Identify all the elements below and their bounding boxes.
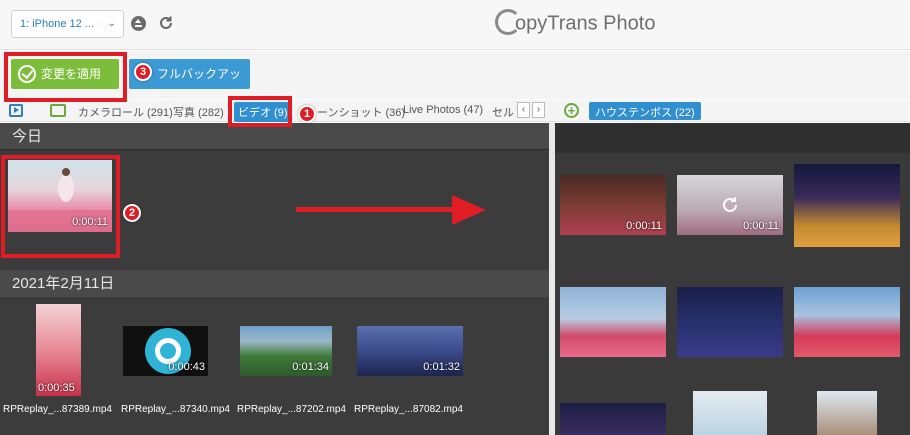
date-header-feb-11: 2021年2月11日 [0,270,549,297]
date-header-feb-11-label: 2021年2月11日 [12,275,115,292]
video-duration: 0:00:11 [626,220,662,232]
annotation-badge-2: 2 [123,204,141,222]
eject-icon[interactable] [131,16,146,31]
album-tab-huis-ten-bosch[interactable]: ハウステンボス (22) [589,102,701,120]
logo-c-icon [495,9,521,35]
album-photo-thumbnail[interactable] [817,391,877,435]
album-video-thumbnail[interactable]: 0:00:11 [560,175,666,235]
album-video-thumbnail[interactable]: 0:00:11 [677,175,783,235]
annotation-badge-1: 1 [298,105,316,123]
camera-roll-icon [50,104,66,117]
album-photo-thumbnail[interactable] [693,391,767,435]
app-logo: opyTrans Photo [495,9,656,41]
tab-scroll-left-button[interactable]: ‹ [517,102,530,118]
video-filename: RPReplay_...87202.mp4 [237,404,346,415]
video-filename: RPReplay_...87389.mp4 [3,404,112,415]
tab-live-photos[interactable]: Live Photos (47) [403,104,483,116]
date-header-today: 今日 [0,123,549,150]
video-thumbnail[interactable]: 0:00:35 [36,304,81,396]
annotation-box-apply [4,52,127,102]
chevron-down-icon: ⌄ [107,18,116,29]
tab-camera-roll[interactable]: カメラロール (291) [78,104,173,120]
divider [0,149,549,150]
album-pane: 0:00:11 0:00:11 [555,123,910,435]
logo-text: opyTrans Photo [515,12,656,35]
video-duration: 0:00:43 [168,361,205,373]
tab-screenshots[interactable]: ーンショット (36) [317,104,405,120]
video-duration: 0:01:32 [423,361,460,373]
tab-photos[interactable]: 写真 (282) [173,104,224,120]
device-label: 1: iPhone 12 ... [20,18,94,30]
album-photo-thumbnail[interactable] [677,287,783,357]
video-duration: 0:00:35 [38,382,75,394]
album-photo-thumbnail[interactable] [560,287,666,357]
tab-scroll-right-button[interactable]: › [532,102,545,118]
video-thumbnail[interactable]: 0:01:32 [357,326,463,376]
album-photo-thumbnail[interactable] [560,403,666,435]
category-tab-bar: カメラロール (291) 写真 (282) ビデオ (9) ーンショット (36… [0,100,910,122]
top-bar: 1: iPhone 12 ... ⌄ opyTrans Photo [0,0,910,50]
annotation-arrow-shaft [296,207,456,212]
video-duration: 0:00:11 [743,220,779,232]
add-album-icon[interactable]: + [564,103,579,118]
tab-selfies[interactable]: セルフ [492,104,516,120]
annotation-arrow-head [452,195,486,225]
album-photo-thumbnail[interactable] [794,287,900,357]
annotation-box-video-tab [228,96,292,127]
sync-icon [723,197,737,212]
annotation-box-video-item [1,155,120,258]
video-play-icon[interactable] [9,104,23,117]
video-thumbnail[interactable]: 0:01:34 [240,326,332,376]
album-header-strip [555,123,910,153]
device-select[interactable]: 1: iPhone 12 ... ⌄ [11,10,124,38]
date-header-today-label: 今日 [12,128,43,145]
video-filename: RPReplay_...87340.mp4 [121,404,230,415]
video-filename: RPReplay_...87082.mp4 [354,404,463,415]
album-photo-thumbnail[interactable] [794,164,900,247]
annotation-badge-3: 3 [134,63,152,81]
video-thumbnail[interactable]: 0:00:43 [123,326,208,376]
video-duration: 0:01:34 [292,361,329,373]
refresh-icon[interactable] [157,14,175,32]
